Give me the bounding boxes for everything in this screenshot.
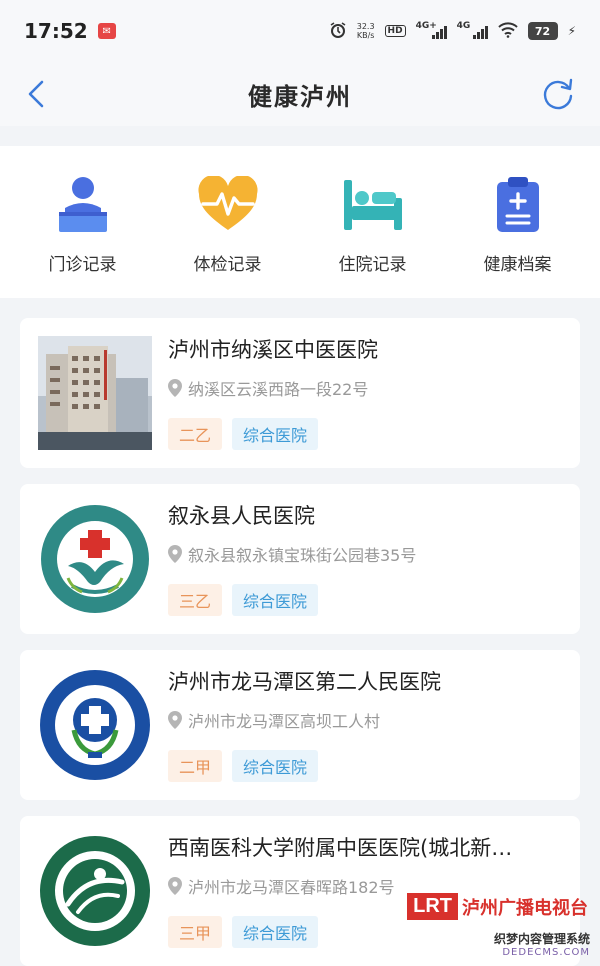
hospital-card[interactable]: 泸州市龙马潭区第二人民医院 泸州市龙马潭区高坝工人村 二甲 综合医院 bbox=[20, 650, 580, 800]
outpatient-icon bbox=[51, 172, 115, 236]
status-indicators: 32.3 KB/s HD 4G+ 4G 72 ⚡ bbox=[329, 21, 576, 42]
hd-badge: HD bbox=[384, 25, 406, 37]
hospital-address-text: 泸州市龙马潭区高坝工人村 bbox=[188, 712, 381, 731]
quick-label-health-file: 健康档案 bbox=[483, 255, 552, 275]
hospital-address: 泸州市龙马潭区高坝工人村 bbox=[168, 708, 568, 732]
hospital-address: 叙永县叙永镇宝珠街公园巷35号 bbox=[168, 542, 568, 566]
network-speed-unit: KB/s bbox=[356, 31, 375, 40]
hospital-tags: 二乙 综合医院 bbox=[168, 418, 319, 450]
network-speed: 32.3 KB/s bbox=[357, 22, 375, 40]
hospital-address: 纳溪区云溪西路一段22号 bbox=[168, 376, 568, 400]
watermark-brand: LRT bbox=[407, 893, 458, 920]
quick-item-outpatient[interactable]: 门诊记录 bbox=[13, 146, 153, 298]
refresh-icon bbox=[543, 78, 573, 110]
signal-2-label: 4G bbox=[456, 21, 471, 31]
heartbeat-icon bbox=[196, 172, 260, 236]
type-tag: 综合医院 bbox=[232, 916, 319, 948]
refresh-button[interactable] bbox=[538, 74, 578, 114]
level-tag: 二甲 bbox=[168, 750, 223, 782]
type-tag: 综合医院 bbox=[232, 418, 319, 450]
xuyong-hospital-logo bbox=[38, 502, 152, 616]
quick-item-health-file[interactable]: 健康档案 bbox=[448, 146, 588, 298]
hospital-address-text: 泸州市龙马潭区春晖路182号 bbox=[188, 878, 395, 897]
hospital-name: 叙永县人民医院 bbox=[168, 504, 315, 528]
back-button[interactable] bbox=[22, 74, 58, 114]
level-tag: 三甲 bbox=[168, 916, 223, 948]
quick-item-inpatient[interactable]: 住院记录 bbox=[303, 146, 443, 298]
hospital-address-text: 叙永县叙永镇宝珠街公园巷35号 bbox=[188, 546, 417, 565]
app-notification-icon: ✉ bbox=[97, 23, 116, 39]
quick-label-checkup: 体检记录 bbox=[193, 255, 262, 275]
wifi-icon bbox=[497, 21, 518, 41]
status-bar: 17:52 ✉ 32.3 KB/s HD 4G+ 4G 72 ⚡ bbox=[0, 0, 600, 62]
app-header: 健康泸州 bbox=[0, 62, 600, 126]
level-tag: 三乙 bbox=[168, 584, 223, 616]
broadcaster-watermark: LRT 泸州广播电视台 bbox=[407, 893, 588, 920]
signal-1-icon: 4G+ bbox=[415, 21, 447, 39]
hospital-list: 泸州市纳溪区中医医院 纳溪区云溪西路一段22号 二乙 综合医院 叙永县人民医院 bbox=[20, 318, 580, 966]
cms-watermark-line1: 织梦内容管理系统 bbox=[493, 932, 590, 946]
type-tag: 综合医院 bbox=[232, 750, 319, 782]
clipboard-icon bbox=[486, 172, 550, 236]
longmatan-hospital-logo bbox=[38, 668, 152, 782]
hospital-building-photo bbox=[38, 336, 152, 450]
page-title: 健康泸州 bbox=[248, 82, 352, 111]
hospital-tags: 二甲 综合医院 bbox=[168, 750, 319, 782]
network-speed-value: 32.3 bbox=[356, 22, 375, 31]
type-tag: 综合医院 bbox=[232, 584, 319, 616]
southwest-medical-tcm-logo bbox=[38, 834, 152, 948]
location-pin-icon bbox=[168, 877, 182, 895]
hospital-tags: 三甲 综合医院 bbox=[168, 916, 319, 948]
hospital-name: 泸州市纳溪区中医医院 bbox=[168, 338, 378, 362]
signal-2-icon: 4G bbox=[456, 21, 488, 39]
location-pin-icon bbox=[168, 379, 182, 397]
quick-menu: 门诊记录 体检记录 住院记录 健康档案 bbox=[0, 146, 600, 298]
location-pin-icon bbox=[168, 711, 182, 729]
hospital-name: 泸州市龙马潭区第二人民医院 bbox=[168, 670, 441, 694]
level-tag: 二乙 bbox=[168, 418, 223, 450]
hospital-name: 西南医科大学附属中医医院(城北新… bbox=[168, 836, 513, 860]
quick-label-inpatient: 住院记录 bbox=[338, 255, 407, 275]
quick-item-checkup[interactable]: 体检记录 bbox=[158, 146, 298, 298]
battery-indicator: 72 bbox=[527, 22, 558, 40]
watermark-name: 泸州广播电视台 bbox=[462, 897, 588, 919]
hospital-card[interactable]: 泸州市纳溪区中医医院 纳溪区云溪西路一段22号 二乙 综合医院 bbox=[20, 318, 580, 468]
hospital-address-text: 纳溪区云溪西路一段22号 bbox=[188, 380, 369, 399]
chevron-left-icon bbox=[28, 80, 44, 108]
charging-icon: ⚡ bbox=[567, 24, 576, 38]
alarm-icon bbox=[329, 21, 347, 42]
hospital-tags: 三乙 综合医院 bbox=[168, 584, 319, 616]
location-pin-icon bbox=[168, 545, 182, 563]
hospital-card[interactable]: 叙永县人民医院 叙永县叙永镇宝珠街公园巷35号 三乙 综合医院 bbox=[20, 484, 580, 634]
status-time: 17:52 bbox=[24, 19, 88, 43]
signal-1-label: 4G+ bbox=[415, 21, 437, 31]
quick-label-outpatient: 门诊记录 bbox=[48, 255, 117, 275]
cms-watermark: 织梦内容管理系统 DEDECMS.COM bbox=[494, 930, 590, 958]
cms-watermark-line2: DEDECMS.COM bbox=[502, 947, 590, 958]
hospital-bed-icon bbox=[341, 172, 405, 236]
